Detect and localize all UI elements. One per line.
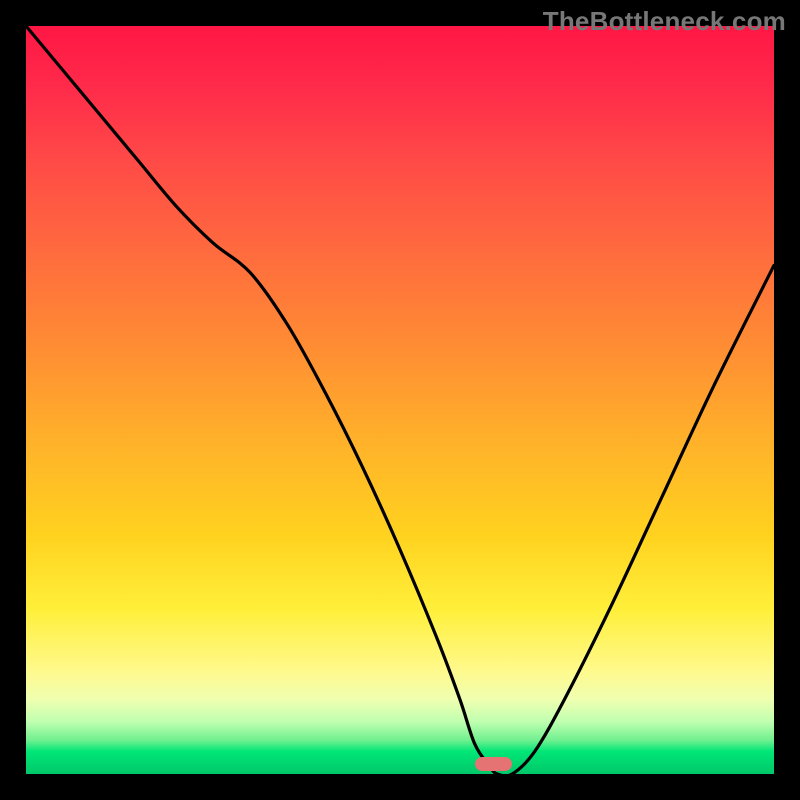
optimum-marker <box>475 757 512 771</box>
bottleneck-curve <box>26 26 774 774</box>
plot-area <box>26 26 774 774</box>
watermark-text: TheBottleneck.com <box>543 6 786 37</box>
chart-frame: TheBottleneck.com <box>0 0 800 800</box>
